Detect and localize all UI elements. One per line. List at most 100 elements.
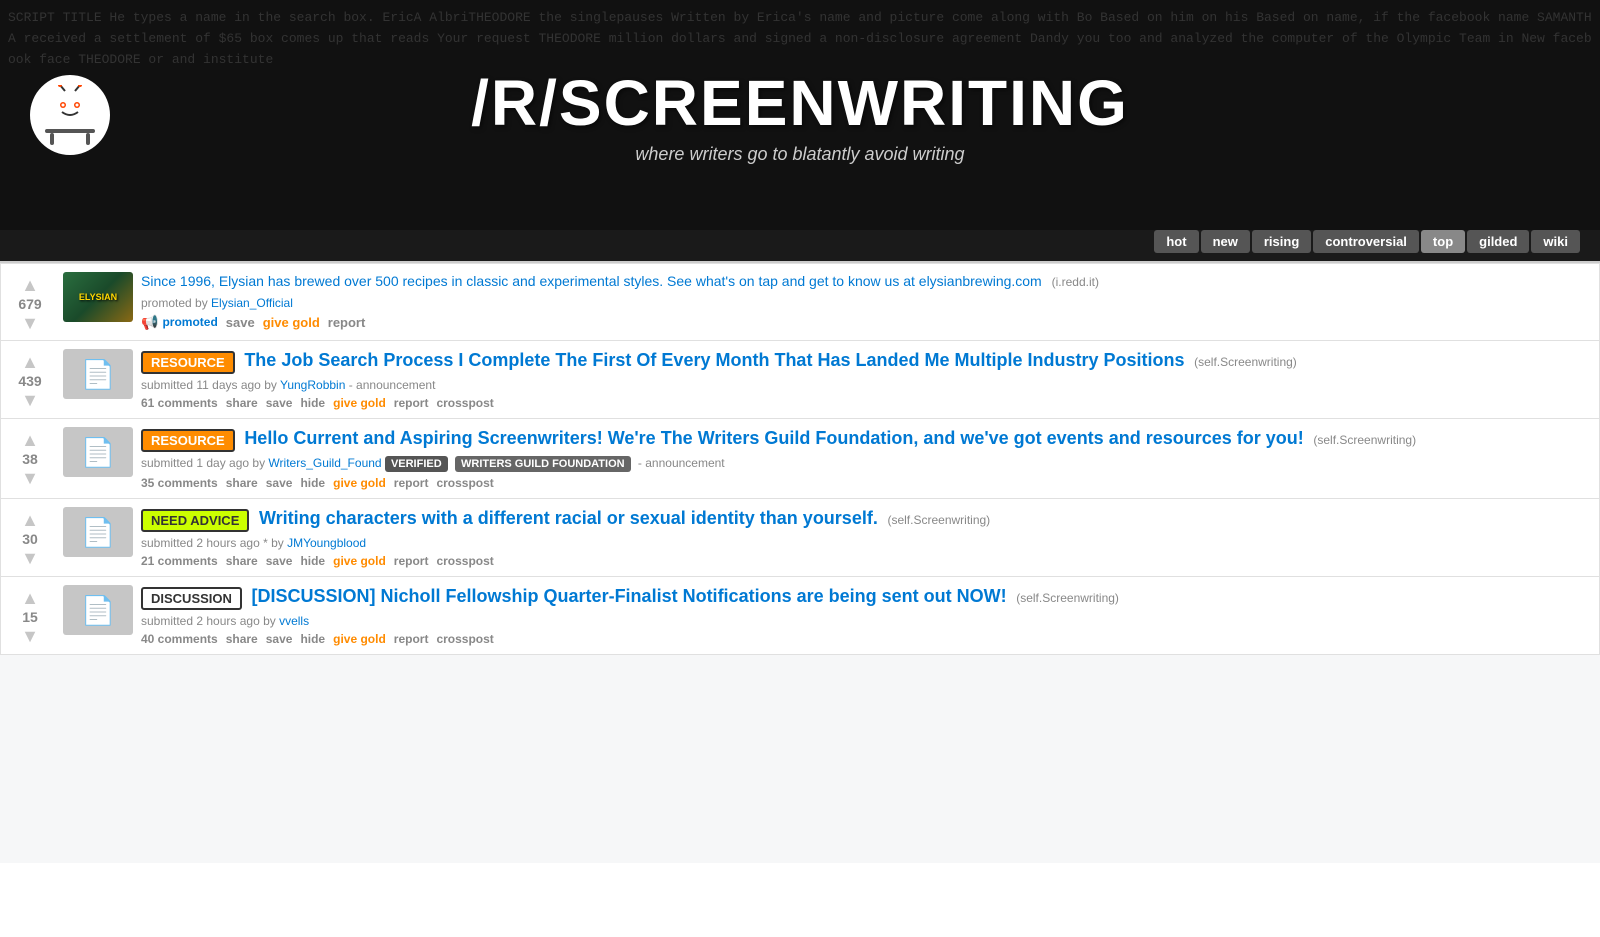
nav-item-controversial[interactable]: controversial — [1313, 230, 1419, 253]
post-domain-1: (self.Screenwriting) — [1194, 355, 1297, 369]
vote-col-4: ▲ 15 ▼ — [5, 585, 55, 645]
vote-col-ad: ▲ 679 ▼ — [5, 272, 55, 332]
post-meta-1: submitted 11 days ago by YungRobbin - an… — [141, 378, 1591, 392]
mascot-container — [30, 75, 110, 155]
action-gold-2[interactable]: give gold — [333, 476, 386, 490]
comments-link-3[interactable]: 21 comments — [141, 554, 218, 568]
vote-down-ad[interactable]: ▼ — [21, 314, 39, 332]
post-tag-2: announcement — [645, 456, 724, 470]
action-hide-2[interactable]: hide — [300, 476, 325, 490]
vote-col-1: ▲ 439 ▼ — [5, 349, 55, 409]
post-domain-4: (self.Screenwriting) — [1016, 591, 1119, 605]
action-save-ad[interactable]: save — [226, 315, 255, 330]
post-title-1[interactable]: The Job Search Process I Complete The Fi… — [244, 350, 1184, 370]
vote-down-2[interactable]: ▼ — [21, 469, 39, 487]
promoted-label: promoted — [162, 315, 217, 329]
nav-item-gilded[interactable]: gilded — [1467, 230, 1529, 253]
post-author-4[interactable]: vvells — [279, 614, 309, 628]
action-hide-4[interactable]: hide — [300, 632, 325, 646]
action-hide-3[interactable]: hide — [300, 554, 325, 568]
action-share-4[interactable]: share — [226, 632, 258, 646]
post-content-ad: Since 1996, Elysian has brewed over 500 … — [141, 272, 1591, 331]
vote-count-1: 439 — [18, 373, 41, 389]
post-tag-1: announcement — [356, 378, 435, 392]
action-save-1[interactable]: save — [266, 396, 293, 410]
promoted-icon: 📢 — [141, 314, 158, 331]
comments-link-1[interactable]: 61 comments — [141, 396, 218, 410]
action-report-1[interactable]: report — [394, 396, 429, 410]
vote-up-2[interactable]: ▲ — [21, 431, 39, 449]
nav-bar: hotnewrisingcontroversialtopgildedwiki — [0, 230, 1600, 261]
site-header: SCRIPT TITLE He types a name in the sear… — [0, 0, 1600, 230]
action-report-2[interactable]: report — [394, 476, 429, 490]
action-save-2[interactable]: save — [266, 476, 293, 490]
post-domain-3: (self.Screenwriting) — [887, 513, 990, 527]
post-content-2: RESOURCE Hello Current and Aspiring Scre… — [141, 427, 1591, 490]
flair-resource-2: RESOURCE — [141, 429, 235, 452]
post-author-ad[interactable]: Elysian_Official — [211, 296, 293, 310]
promoted-badge: 📢 promoted — [141, 314, 218, 331]
nav-item-wiki[interactable]: wiki — [1531, 230, 1580, 253]
post-title-2[interactable]: Hello Current and Aspiring Screenwriters… — [244, 428, 1303, 448]
post-meta-4: submitted 2 hours ago by vvells — [141, 614, 1591, 628]
vote-down-3[interactable]: ▼ — [21, 549, 39, 567]
mascot-icon — [30, 75, 110, 155]
action-report-3[interactable]: report — [394, 554, 429, 568]
thumbnail-icon-1: 📄 — [81, 358, 116, 391]
action-gold-1[interactable]: give gold — [333, 396, 386, 410]
action-hide-1[interactable]: hide — [300, 396, 325, 410]
vote-count-ad: 679 — [18, 296, 41, 312]
post-3: ▲ 30 ▼ 📄 NEED ADVICE Writing characters … — [0, 499, 1600, 577]
vote-up-3[interactable]: ▲ — [21, 511, 39, 529]
vote-down-1[interactable]: ▼ — [21, 391, 39, 409]
nav-item-top[interactable]: top — [1421, 230, 1465, 253]
action-save-4[interactable]: save — [266, 632, 293, 646]
post-author-3[interactable]: JMYoungblood — [287, 536, 366, 550]
vote-down-4[interactable]: ▼ — [21, 627, 39, 645]
post-title-ad[interactable]: Since 1996, Elysian has brewed over 500 … — [141, 273, 1046, 289]
comments-link-4[interactable]: 40 comments — [141, 632, 218, 646]
thumbnail-icon-4: 📄 — [81, 594, 116, 627]
vote-up-4[interactable]: ▲ — [21, 589, 39, 607]
action-crosspost-4[interactable]: crosspost — [436, 632, 493, 646]
vote-col-3: ▲ 30 ▼ — [5, 507, 55, 567]
vote-col-2: ▲ 38 ▼ — [5, 427, 55, 487]
nav-item-hot[interactable]: hot — [1154, 230, 1198, 253]
thumbnail-2: 📄 — [63, 427, 133, 477]
post-author-1[interactable]: YungRobbin — [280, 378, 345, 392]
post-title-3[interactable]: Writing characters with a different raci… — [259, 508, 878, 528]
nav-item-rising[interactable]: rising — [1252, 230, 1311, 253]
post-domain-ad: (i.redd.it) — [1052, 275, 1099, 289]
thumbnail-icon-3: 📄 — [81, 516, 116, 549]
site-subtitle: where writers go to blatantly avoid writ… — [471, 144, 1129, 165]
action-gold-4[interactable]: give gold — [333, 632, 386, 646]
post-4: ▲ 15 ▼ 📄 DISCUSSION [DISCUSSION] Nicholl… — [0, 577, 1600, 655]
post-2: ▲ 38 ▼ 📄 RESOURCE Hello Current and Aspi… — [0, 419, 1600, 499]
nav-item-new[interactable]: new — [1201, 230, 1250, 253]
post-author-2[interactable]: Writers_Guild_Found — [268, 456, 381, 470]
action-gold-3[interactable]: give gold — [333, 554, 386, 568]
action-gold-ad[interactable]: give gold — [263, 315, 320, 330]
action-crosspost-2[interactable]: crosspost — [436, 476, 493, 490]
action-save-3[interactable]: save — [266, 554, 293, 568]
action-report-4[interactable]: report — [394, 632, 429, 646]
thumbnail-icon-2: 📄 — [81, 436, 116, 469]
post-meta-3: submitted 2 hours ago * by JMYoungblood — [141, 536, 1591, 550]
action-report-ad[interactable]: report — [328, 315, 366, 330]
action-share-3[interactable]: share — [226, 554, 258, 568]
action-share-1[interactable]: share — [226, 396, 258, 410]
vote-up-ad[interactable]: ▲ — [21, 276, 39, 294]
action-crosspost-3[interactable]: crosspost — [436, 554, 493, 568]
thumbnail-4: 📄 — [63, 585, 133, 635]
action-crosspost-1[interactable]: crosspost — [436, 396, 493, 410]
flair-need-advice-3: NEED ADVICE — [141, 509, 249, 532]
post-meta-2: submitted 1 day ago by Writers_Guild_Fou… — [141, 456, 1591, 472]
post-title-4[interactable]: [DISCUSSION] Nicholl Fellowship Quarter-… — [252, 586, 1007, 606]
header-content: /R/SCREENWRITING where writers go to bla… — [471, 66, 1129, 165]
action-share-2[interactable]: share — [226, 476, 258, 490]
comments-link-2[interactable]: 35 comments — [141, 476, 218, 490]
mascot-svg — [40, 85, 100, 145]
vote-up-1[interactable]: ▲ — [21, 353, 39, 371]
vote-count-2: 38 — [22, 451, 38, 467]
flair-discussion-4: DISCUSSION — [141, 587, 242, 610]
